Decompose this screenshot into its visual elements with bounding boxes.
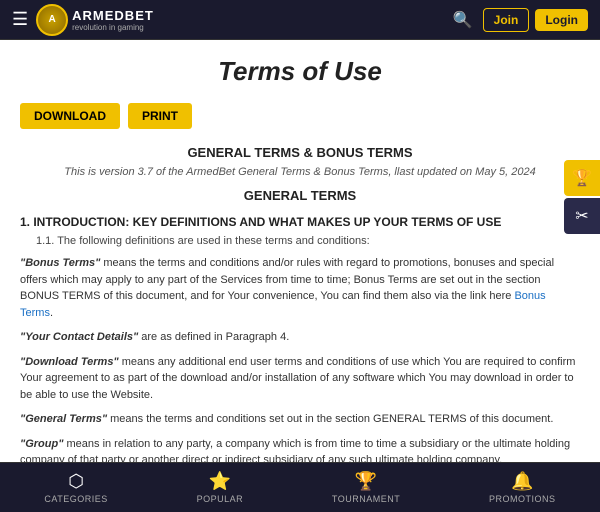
action-buttons: DOWNLOAD PRINT [20, 103, 580, 129]
promotions-icon: 🔔 [511, 471, 533, 492]
logo-area: A ARMEDBET revolution in gaming [36, 4, 154, 36]
term-block-general: "General Terms" means the terms and cond… [20, 411, 580, 428]
version-note: This is version 3.7 of the ArmedBet Gene… [20, 166, 580, 178]
header: ☰ A ARMEDBET revolution in gaming 🔍 Join… [0, 0, 600, 40]
term-group-key: "Group" [20, 438, 63, 450]
term-bonus-text: "Bonus Terms" means the terms and condit… [20, 255, 580, 321]
term-bonus-key: "Bonus Terms" [20, 257, 100, 269]
download-button[interactable]: DOWNLOAD [20, 103, 120, 129]
term-block-contact: "Your Contact Details" are as defined in… [20, 329, 580, 346]
hamburger-icon[interactable]: ☰ [12, 9, 28, 30]
logo-text: ARMEDBET [72, 8, 154, 23]
categories-label: CATEGORIES [44, 494, 107, 504]
search-button[interactable]: 🔍 [449, 6, 477, 34]
trophy-float-button[interactable]: 🏆 [564, 160, 600, 196]
header-left: ☰ A ARMEDBET revolution in gaming [12, 4, 154, 36]
scissors-float-button[interactable]: ✂ [564, 198, 600, 234]
floating-buttons: 🏆 ✂ [564, 160, 600, 234]
intro-section: 1. INTRODUCTION: KEY DEFINITIONS AND WHA… [20, 215, 580, 247]
section-header: GENERAL TERMS & BONUS TERMS [20, 145, 580, 160]
term-block-bonus: "Bonus Terms" means the terms and condit… [20, 255, 580, 321]
promotions-label: PROMOTIONS [489, 494, 556, 504]
sub-item-1: 1.1. The following definitions are used … [36, 235, 580, 247]
categories-icon: ⬡ [68, 471, 84, 492]
term-general-key: "General Terms" [20, 413, 107, 425]
term-contact-body: are as defined in Paragraph 4. [138, 331, 289, 343]
page-title: Terms of Use [20, 56, 580, 87]
tournament-icon: 🏆 [355, 471, 377, 492]
term-contact-text: "Your Contact Details" are as defined in… [20, 329, 580, 346]
join-button[interactable]: Join [483, 8, 530, 32]
term-general-body: means the terms and conditions set out i… [107, 413, 553, 425]
nav-item-categories[interactable]: ⬡ CATEGORIES [44, 471, 107, 504]
popular-icon: ⭐ [209, 471, 231, 492]
logo-icon: A [36, 4, 68, 36]
term-general-text: "General Terms" means the terms and cond… [20, 411, 580, 428]
nav-item-promotions[interactable]: 🔔 PROMOTIONS [489, 471, 556, 504]
popular-label: POPULAR [197, 494, 244, 504]
general-terms-header: GENERAL TERMS [20, 188, 580, 203]
nav-item-tournament[interactable]: 🏆 TOURNAMENT [332, 471, 400, 504]
logo-subtitle: revolution in gaming [72, 23, 154, 32]
term-download-text: "Download Terms" means any additional en… [20, 354, 580, 404]
main-content: Terms of Use DOWNLOAD PRINT GENERAL TERM… [0, 40, 600, 472]
nav-item-popular[interactable]: ⭐ POPULAR [197, 471, 244, 504]
term-contact-key: "Your Contact Details" [20, 331, 138, 343]
logo-text-area: ARMEDBET revolution in gaming [72, 8, 154, 32]
bottom-nav: ⬡ CATEGORIES ⭐ POPULAR 🏆 TOURNAMENT 🔔 PR… [0, 462, 600, 512]
header-right: 🔍 Join Login [449, 6, 588, 34]
login-button[interactable]: Login [535, 9, 588, 31]
print-button[interactable]: PRINT [128, 103, 192, 129]
tournament-label: TOURNAMENT [332, 494, 400, 504]
term-download-key: "Download Terms" [20, 356, 119, 368]
term-block-download: "Download Terms" means any additional en… [20, 354, 580, 404]
term-bonus-body: means the terms and conditions and/or ru… [20, 257, 554, 302]
intro-title: 1. INTRODUCTION: KEY DEFINITIONS AND WHA… [20, 215, 580, 229]
